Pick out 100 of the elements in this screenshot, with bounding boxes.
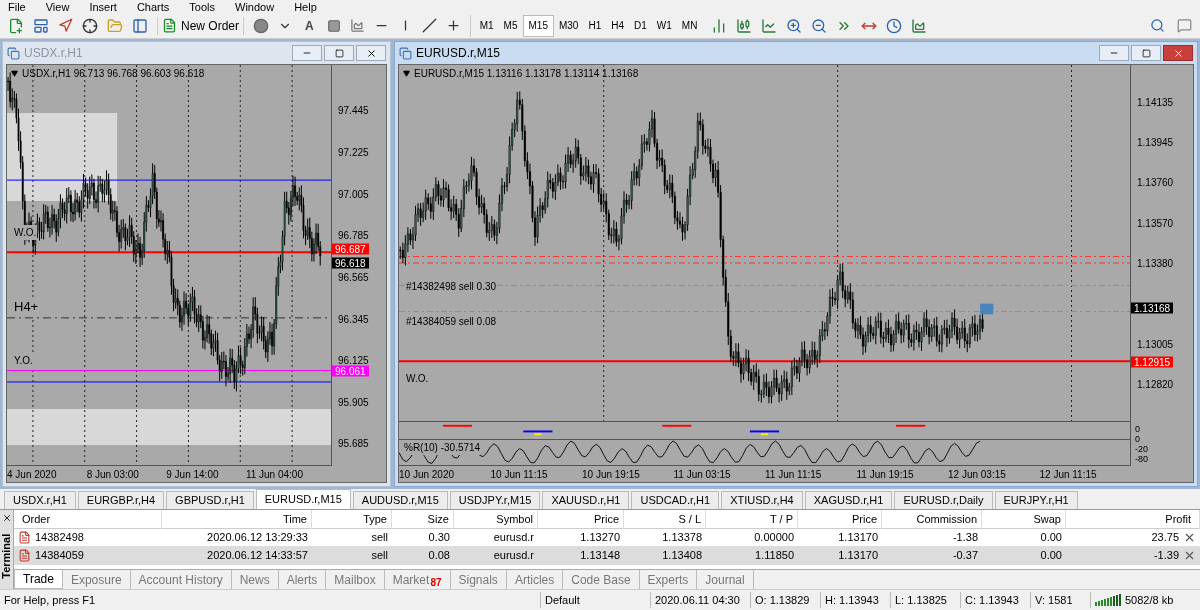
chart-tab[interactable]: USDX.r,H1 (4, 491, 76, 509)
price-tag: 1.13168 (1131, 302, 1174, 314)
table-cell-text: -1.38 (951, 530, 979, 546)
chart-tab[interactable]: EURUSD.r,Daily (894, 491, 993, 509)
terminal-tab[interactable]: Mailbox (326, 570, 385, 589)
price-tag: 96.061 (332, 365, 369, 377)
time-axis-label: 11 Jun 04:00 (245, 468, 303, 482)
window-title: EURUSD.r,M15 (416, 45, 501, 62)
indicator-axis-label: 0 (1135, 434, 1140, 444)
table-cell-text: 0.30 (427, 530, 451, 546)
timeframe-button[interactable]: D1 (629, 14, 652, 37)
price-axis-label: 1.13760 (1137, 177, 1174, 189)
line-label: H4+ (13, 297, 40, 317)
text-tool-button[interactable]: A (301, 16, 318, 35)
menu-item[interactable]: File (8, 0, 26, 13)
table-cell-text: 0.00 (1039, 530, 1063, 546)
table-cell-text: 1.13148 (579, 548, 621, 564)
time-axis-label: 9 Jun 14:00 (166, 468, 219, 482)
timeframe-button[interactable]: W1 (651, 14, 677, 37)
terminal-tab[interactable]: Code Base (563, 570, 640, 589)
price-axis-label: 97.445 (338, 105, 369, 118)
status-time: 2020.06.11 04:30 (650, 591, 750, 609)
price-axis-label: 96.125 (338, 355, 369, 367)
status-open: O: 1.13829 (750, 591, 820, 609)
table-cell-text: eurusd.r (492, 548, 535, 564)
indicator-axis-label: 0 (1135, 424, 1140, 434)
chart-tab[interactable]: XAUUSD.r,H1 (542, 491, 630, 509)
price-axis-label: 1.14135 (1137, 96, 1174, 109)
status-high: H: 1.13943 (820, 591, 890, 609)
time-axis-label: 10 Jun 2020 (399, 468, 455, 482)
price-axis-label: 1.12820 (1137, 378, 1174, 391)
chart-tab[interactable]: GBPUSD.r,H1 (166, 491, 254, 509)
terminal-tab[interactable]: Signals (450, 570, 507, 589)
price-axis-label: 1.13005 (1137, 338, 1174, 351)
price-axis-label: 97.005 (338, 188, 369, 201)
timeframe-button[interactable]: H1 (583, 14, 607, 37)
status-close: C: 1.13943 (960, 591, 1030, 609)
timeframe-button[interactable]: M15 (522, 14, 554, 37)
price-axis-label: 96.785 (338, 230, 369, 243)
chart-tab[interactable]: XTIUSD.r,H4 (721, 491, 803, 509)
table-cell-text: 2020.06.12 13:29:33 (206, 530, 309, 546)
terminal-tab[interactable]: News (231, 570, 279, 589)
table-cell-text: 23.75 (1151, 530, 1179, 546)
terminal-tab[interactable]: Account History (130, 570, 232, 589)
chart-tab[interactable]: XAGUSD.r,H1 (804, 491, 893, 509)
table-cell-text: -0.37 (951, 548, 979, 564)
table-cell-text: 0.00000 (753, 530, 795, 546)
new-order-button[interactable]: New Order (157, 16, 244, 35)
table-cell-text: 1.13378 (661, 530, 703, 546)
time-axis-label: 4 Jun 2020 (7, 468, 57, 482)
timeframe-button[interactable]: M1 (474, 14, 499, 37)
indicator-axis-label: -20 (1135, 444, 1148, 454)
chart-tab[interactable]: EURGBP.r,H4 (77, 491, 165, 509)
time-axis-label: 11 Jun 19:15 (856, 468, 914, 482)
menu-item[interactable]: Help (294, 0, 317, 13)
price-axis-label: 96.565 (338, 271, 369, 284)
terminal-tab[interactable]: Alerts (278, 570, 327, 589)
timeframe-button[interactable]: H4 (606, 14, 629, 37)
chart-header: USDX.r,H1 96.713 96.768 96.603 96.618 (22, 67, 205, 81)
terminal-tab[interactable]: Articles (506, 570, 564, 589)
menu-item[interactable]: Charts (136, 0, 170, 13)
order-row[interactable]: 14384059 2020.06.12 14:33:57 sell 0.08 eurusd.r 1.13148 1.13408 1.11850 1.13170 -0.37 0.00 -1.39 (14, 547, 1200, 565)
price-axis-label: 97.225 (338, 147, 369, 160)
time-axis-label: 12 Jun 03:15 (948, 468, 1006, 482)
chart-tab[interactable]: USDJPY.r,M15 (449, 491, 541, 509)
status-profile: Default (540, 591, 650, 609)
table-cell-text: 1.11850 (754, 548, 795, 564)
timeframe-button[interactable]: MN (676, 14, 703, 37)
line-label: Y.O. (13, 353, 34, 368)
terminal-tab[interactable]: Exposure (62, 570, 131, 589)
chart-tab[interactable]: EURJPY.r,H1 (994, 491, 1078, 509)
terminal-tab[interactable]: Trade (14, 570, 63, 589)
price-axis-label: 1.13945 (1137, 137, 1174, 150)
order-row[interactable]: 14382498 2020.06.12 13:29:33 sell 0.30 eurusd.r 1.13270 1.13378 0.00000 1.13170 -1.38 0.00 23.75 (14, 529, 1200, 547)
menu-item[interactable]: Tools (189, 0, 215, 13)
indicator-label: %R(10) -30.5714 (403, 440, 482, 455)
chart-tab[interactable]: EURUSD.r,M15 (255, 489, 351, 509)
table-cell-text: 2020.06.12 14:33:57 (206, 548, 309, 564)
menu-item[interactable]: Insert (89, 0, 117, 13)
chart-header: EURUSD.r,M15 1.13116 1.13178 1.13114 1.13168 (414, 67, 639, 81)
status-traffic: 5082/8 kb (1125, 592, 1174, 608)
terminal-tab[interactable]: Experts (639, 570, 698, 589)
table-cell-text: sell (370, 530, 389, 546)
chart-tab[interactable]: AUDUSD.r,M15 (352, 491, 448, 509)
time-axis-label: 11 Jun 03:15 (673, 468, 731, 482)
menu-item[interactable]: View (45, 0, 70, 13)
time-axis-label: 8 Jun 03:00 (86, 468, 139, 482)
time-axis-label: 12 Jun 11:15 (1039, 468, 1097, 482)
chart-tab[interactable]: USDCAD.r,H1 (631, 491, 720, 509)
time-axis-label: 10 Jun 19:15 (582, 468, 640, 482)
timeframe-button[interactable]: M30 (553, 14, 584, 37)
table-cell-text: 0.08 (427, 548, 451, 564)
status-volume: V: 1581 (1030, 591, 1090, 609)
price-tag: 96.618 (332, 257, 369, 269)
price-axis-label: 95.905 (338, 396, 369, 409)
table-cell-text: -1.39 (1153, 548, 1179, 564)
menu-item[interactable]: Window (235, 0, 275, 13)
terminal-tab[interactable]: Journal (697, 570, 754, 589)
timeframe-button[interactable]: M5 (498, 14, 523, 37)
window-title: USDX.r,H1 (24, 45, 83, 62)
